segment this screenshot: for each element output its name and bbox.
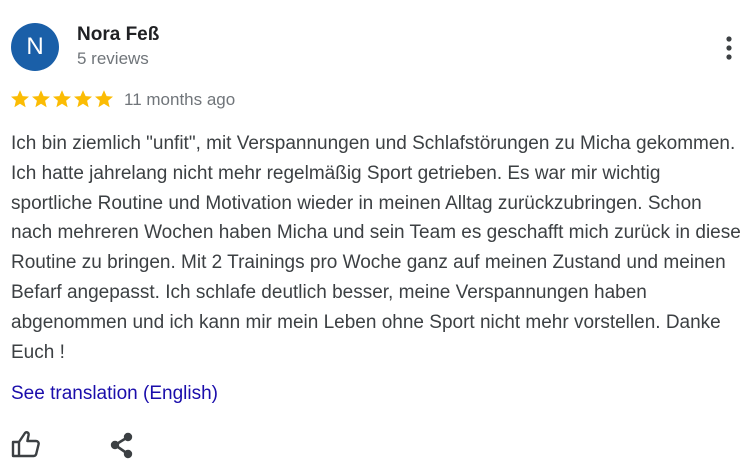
star-rating	[10, 89, 114, 109]
review-count: 5 reviews	[77, 49, 149, 68]
reviewer-name[interactable]: Nora Feß	[77, 24, 159, 46]
share-button[interactable]	[108, 432, 136, 460]
review-text: Ich bin ziemlich "unfit", mit Verspannun…	[11, 133, 741, 363]
review-card: N Nora Feß 5 reviews 11 months ago Ich b…	[0, 0, 755, 469]
like-button[interactable]	[11, 430, 43, 460]
see-translation-link[interactable]: See translation (English)	[11, 383, 218, 405]
star-icon	[11, 90, 29, 108]
star-icon	[74, 90, 92, 108]
more-vert-icon	[726, 36, 732, 60]
more-options-button[interactable]	[714, 30, 744, 66]
share-icon	[110, 432, 133, 459]
review-time: 11 months ago	[124, 90, 236, 109]
avatar[interactable]: N	[11, 23, 59, 71]
thumbs-up-icon	[11, 431, 40, 458]
star-icon	[53, 90, 71, 108]
star-icon	[32, 90, 50, 108]
star-icon	[95, 90, 113, 108]
avatar-initial: N	[26, 33, 44, 60]
